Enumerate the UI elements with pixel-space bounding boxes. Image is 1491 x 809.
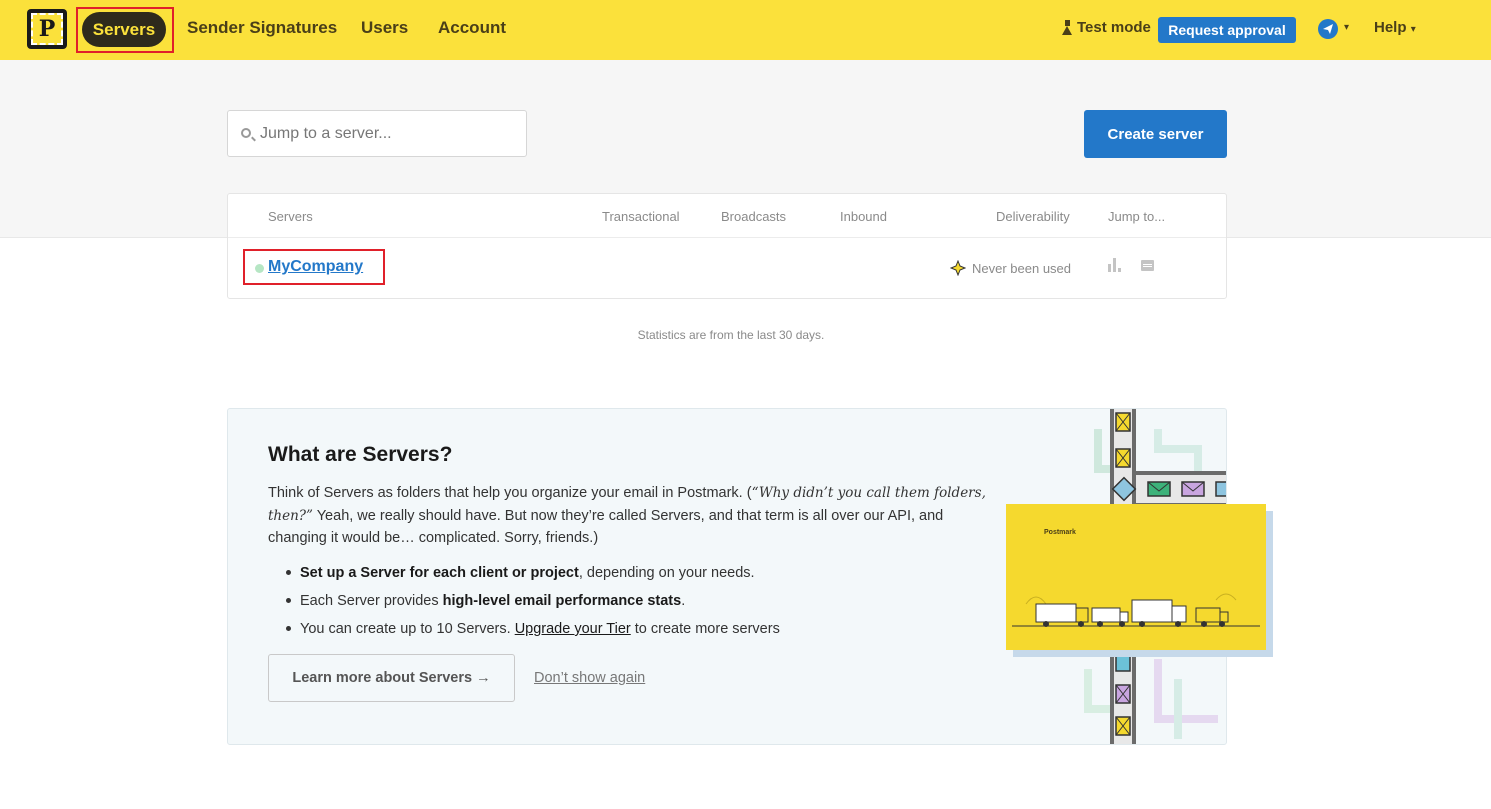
feature-list: Set up a Server for each client or proje… xyxy=(286,562,986,646)
table-header: Servers Transactional Broadcasts Inbound… xyxy=(228,194,1226,238)
header-servers: Servers xyxy=(268,209,313,224)
promo-logo-text: Postmark xyxy=(1044,529,1076,536)
nav-sender-signatures[interactable]: Sender Signatures xyxy=(187,18,337,38)
stats-footnote: Statistics are from the last 30 days. xyxy=(637,328,825,342)
description-part-2: Yeah, we really should have. But now the… xyxy=(268,507,944,547)
deliverability-status: Never been used xyxy=(972,261,1072,276)
paper-plane-icon xyxy=(1323,24,1333,34)
header-broadcasts: Broadcasts xyxy=(721,209,787,224)
learn-more-button[interactable]: Learn more about Servers → xyxy=(268,654,515,702)
inbox-icon[interactable] xyxy=(1141,260,1154,271)
help-chevron-down-icon: ▾ xyxy=(1410,24,1416,35)
search-icon xyxy=(241,128,251,138)
list-item: You can create up to 10 Servers. Upgrade… xyxy=(286,618,986,646)
sparkle-icon xyxy=(949,259,967,279)
flask-icon xyxy=(1062,20,1073,35)
postmark-logo[interactable]: P xyxy=(27,9,67,49)
server-link-mycompany[interactable]: MyCompany xyxy=(268,258,363,276)
servers-table: Servers Transactional Broadcasts Inbound… xyxy=(227,193,1227,299)
card-title: What are Servers? xyxy=(268,443,453,466)
logo-letter: P xyxy=(31,13,63,45)
test-mode-indicator: Test mode xyxy=(1062,19,1151,36)
list-item: Set up a Server for each client or proje… xyxy=(286,562,986,590)
stats-icon[interactable] xyxy=(1108,258,1121,272)
card-description: Think of Servers as folders that help yo… xyxy=(268,482,988,550)
help-label: Help xyxy=(1374,19,1407,36)
header-transactional: Transactional xyxy=(602,209,680,224)
nav-servers[interactable]: Servers xyxy=(82,12,166,47)
upgrade-tier-link[interactable]: Upgrade your Tier xyxy=(515,621,631,637)
nav-account[interactable]: Account xyxy=(438,18,506,38)
server-status-dot xyxy=(255,264,264,273)
search-input[interactable] xyxy=(260,111,520,156)
list-item: Each Server provides high-level email pe… xyxy=(286,590,986,618)
header-inbound: Inbound xyxy=(840,209,887,224)
description-part-1: Think of Servers as folders that help yo… xyxy=(268,485,752,501)
account-menu-icon[interactable] xyxy=(1318,19,1338,39)
server-search-box[interactable] xyxy=(227,110,527,157)
header-jump-to: Jump to... xyxy=(1108,209,1166,224)
dont-show-again-link[interactable]: Don’t show again xyxy=(534,670,645,686)
header-deliverability: Deliverability xyxy=(996,209,1070,224)
test-mode-label: Test mode xyxy=(1077,19,1151,36)
nav-users[interactable]: Users xyxy=(361,18,408,38)
top-navigation-bar: P Servers Sender Signatures Users Accoun… xyxy=(0,0,1491,60)
request-approval-button[interactable]: Request approval xyxy=(1158,17,1296,43)
promo-image xyxy=(1006,504,1266,650)
create-server-button[interactable]: Create server xyxy=(1084,110,1227,158)
help-menu[interactable]: Help ▾ xyxy=(1374,19,1416,36)
delivery-trucks-illustration xyxy=(1012,593,1260,627)
chevron-down-icon[interactable]: ▾ xyxy=(1344,22,1349,33)
